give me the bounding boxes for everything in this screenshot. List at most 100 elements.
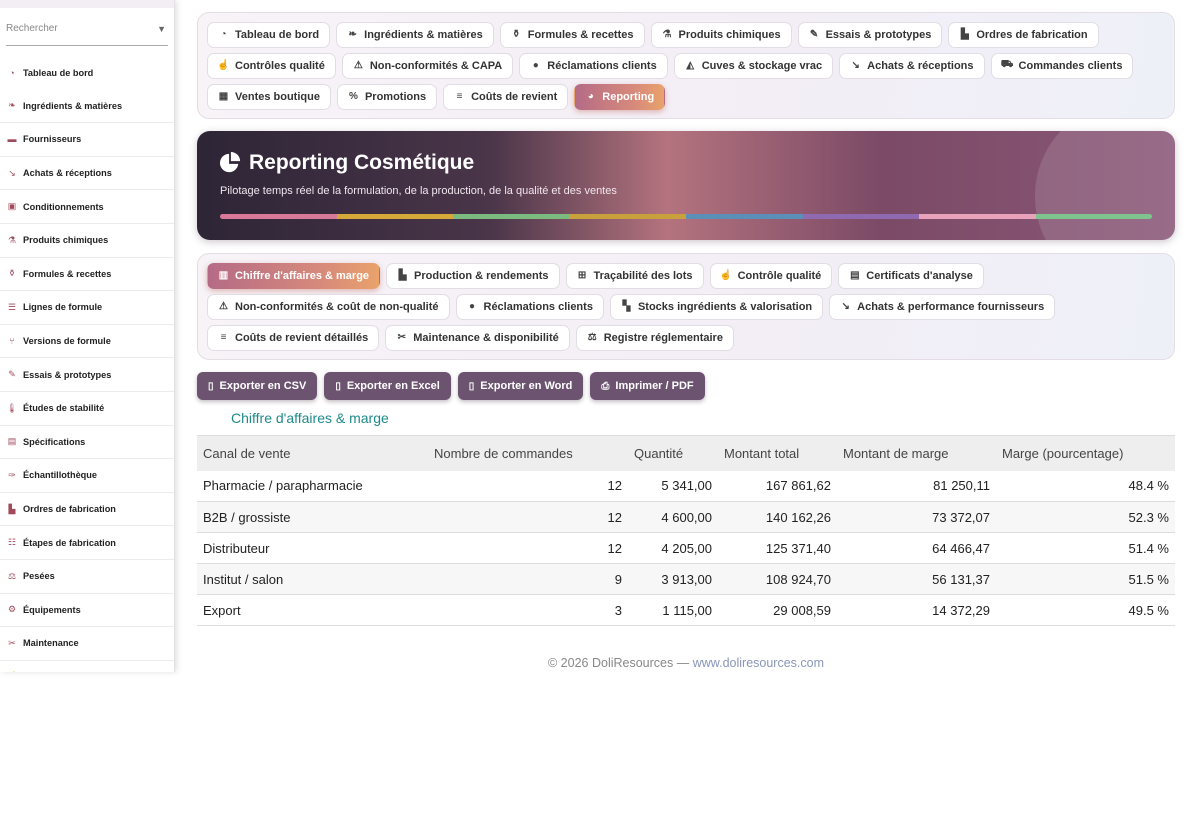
- report-tab-non-conformites-cout-de-non-qualite[interactable]: ⚠ Non-conformités & coût de non-qualité: [207, 293, 450, 320]
- sidebar-item-etudes-de-stabilite[interactable]: 🌡 Études de stabilité: [0, 392, 174, 426]
- table-cell: 4 600,00: [628, 501, 718, 533]
- report-tab-label: Registre réglementaire: [603, 331, 723, 344]
- tab-cuves-stockage-vrac[interactable]: ◭ Cuves & stockage vrac: [673, 52, 834, 79]
- export-button-imprimer-pdf[interactable]: ⎙ Imprimer / PDF: [590, 372, 705, 400]
- table-cell: 56 131,37: [837, 563, 996, 595]
- sidebar-item-echantillotheque[interactable]: ✑ Échantillothèque: [0, 459, 174, 493]
- table-cell: 5 341,00: [628, 470, 718, 502]
- sidebar-item-equipements[interactable]: ⚙ Équipements: [0, 594, 174, 628]
- table-cell: 3: [428, 594, 628, 626]
- report-tab-maintenance-disponibilite[interactable]: ✂ Maintenance & disponibilité: [385, 324, 570, 351]
- table-cell: 48.4 %: [996, 470, 1175, 502]
- scale-icon: ⚖: [587, 332, 597, 343]
- report-tab-achats-performance-fournisseurs[interactable]: ↘ Achats & performance fournisseurs: [829, 293, 1056, 320]
- banner-title-text: Reporting Cosmétique: [249, 151, 475, 174]
- comment-icon: ●: [468, 301, 476, 312]
- vial-icon: ✑: [8, 469, 16, 480]
- report-tab-chiffre-d-affaires-marge[interactable]: ▥ Chiffre d'affaires & marge: [207, 262, 381, 289]
- column-header[interactable]: Canal de vente: [197, 435, 428, 471]
- column-header[interactable]: Montant total: [718, 435, 837, 471]
- sidebar-item-produits-chimiques[interactable]: ⚗ Produits chimiques: [0, 224, 174, 258]
- export-button-exporter-en-word[interactable]: ▯ Exporter en Word: [457, 372, 584, 400]
- column-header[interactable]: Nombre de commandes: [428, 435, 628, 471]
- export-button-label: Exporter en Excel: [346, 380, 440, 392]
- tab-produits-chimiques[interactable]: ⚗ Produits chimiques: [650, 21, 792, 48]
- report-tab-label: Maintenance & disponibilité: [413, 331, 559, 344]
- tab-ventes-boutique[interactable]: ▦ Ventes boutique: [207, 83, 331, 110]
- banner-decoration: [1035, 131, 1175, 240]
- export-button-exporter-en-excel[interactable]: ▯ Exporter en Excel: [324, 372, 451, 400]
- sidebar-item-specifications[interactable]: ▤ Spécifications: [0, 426, 174, 460]
- hand-icon: ☝: [719, 270, 733, 281]
- flask-icon: ⚱: [8, 268, 16, 279]
- report-tab-couts-de-revient-detailles[interactable]: ≡ Coûts de revient détaillés: [207, 324, 380, 351]
- sidebar-item-label: Lignes de formule: [23, 302, 103, 313]
- clipboard-icon: ▤: [7, 436, 17, 447]
- tab-reclamations-clients[interactable]: ● Réclamations clients: [519, 52, 668, 79]
- leaf-icon: ❧: [8, 100, 16, 111]
- tab-label: Ingrédients & matières: [364, 28, 483, 41]
- report-tab-label: Non-conformités & coût de non-qualité: [235, 300, 439, 313]
- export-button-exporter-en-csv[interactable]: ▯ Exporter en CSV: [197, 372, 318, 400]
- sidebar-item-maintenance[interactable]: ✂ Maintenance: [0, 627, 174, 661]
- tab-achats-receptions[interactable]: ↘ Achats & réceptions: [839, 52, 985, 79]
- steps-icon: ☷: [7, 537, 17, 548]
- report-tab-production-rendements[interactable]: ▙ Production & rendements: [386, 262, 560, 289]
- sidebar-item-label: Fournisseurs: [23, 134, 82, 145]
- tab-promotions[interactable]: % Promotions: [336, 83, 438, 110]
- banner-subtitle: Pilotage temps réel de la formulation, d…: [220, 185, 617, 197]
- color-bar-segment: [569, 214, 686, 219]
- factory-icon: ▙: [398, 270, 407, 281]
- sidebar-item-ingredients-matieres[interactable]: ❧ Ingrédients & matières: [0, 90, 174, 124]
- sidebar-item-label: Ordres de fabrication: [23, 504, 116, 515]
- tab-commandes-clients[interactable]: ⛟ Commandes clients: [990, 52, 1134, 79]
- tab-ordres-de-fabrication[interactable]: ▙ Ordres de fabrication: [948, 21, 1099, 48]
- tab-essais-prototypes[interactable]: ✎ Essais & prototypes: [797, 21, 943, 48]
- tab-couts-de-revient[interactable]: ≡ Coûts de revient: [443, 83, 569, 110]
- banner-title: Reporting Cosmétique: [219, 151, 474, 175]
- table-row: Pharmacie / parapharmacie 12 5 341,00 167 8…: [197, 470, 1175, 502]
- tab-ingredients-matieres[interactable]: ❧ Ingrédients & matières: [336, 21, 494, 48]
- table-body: Pharmacie / parapharmacie 12 5 341,00 167 8…: [197, 470, 1175, 626]
- table-cell: 52.3 %: [996, 501, 1175, 533]
- report-tab-reclamations-clients[interactable]: ● Réclamations clients: [455, 293, 604, 320]
- sidebar-item-essais-prototypes[interactable]: ✎ Essais & prototypes: [0, 358, 174, 392]
- report-tab-registre-reglementaire[interactable]: ⚖ Registre réglementaire: [575, 324, 734, 351]
- sidebar-item-label: Formules & recettes: [23, 268, 112, 279]
- sidebar-item-conditionnements[interactable]: ▣ Conditionnements: [0, 190, 174, 224]
- column-header[interactable]: Quantité: [628, 435, 718, 471]
- search-input[interactable]: [6, 12, 168, 45]
- column-header[interactable]: Montant de marge: [837, 435, 996, 471]
- footer-link[interactable]: www.doliresources.com: [693, 656, 824, 670]
- sidebar-item-achats-receptions[interactable]: ↘ Achats & réceptions: [0, 157, 174, 191]
- tab-tableau-de-bord[interactable]: ◔ Tableau de bord: [207, 21, 331, 48]
- search-box[interactable]: ▼: [6, 12, 168, 46]
- sidebar-item-versions-de-formule[interactable]: ⑂ Versions de formule: [0, 325, 174, 359]
- report-tab-label: Traçabilité des lots: [593, 269, 693, 282]
- export-button-label: Exporter en Word: [480, 380, 573, 392]
- chevron-down-icon[interactable]: ▼: [157, 24, 166, 34]
- report-tab-certificats-d-analyse[interactable]: ▤ Certificats d'analyse: [838, 262, 984, 289]
- sidebar-item-fournisseurs[interactable]: ▬ Fournisseurs: [0, 123, 174, 157]
- sidebar-item-tableau-de-bord[interactable]: ◔ Tableau de bord: [0, 56, 174, 90]
- tab-label: Promotions: [364, 90, 427, 103]
- sidebar-item-pesees[interactable]: ⚖ Pesées: [0, 560, 174, 594]
- tab-controles-qualite[interactable]: ☝ Contrôles qualité: [207, 52, 336, 79]
- tab-reporting[interactable]: ◕ Reporting: [574, 83, 666, 110]
- sidebar-item-ordres-de-fabrication[interactable]: ▙ Ordres de fabrication: [0, 493, 174, 527]
- column-header[interactable]: Marge (pourcentage): [996, 435, 1175, 471]
- table-cell: 4 205,00: [628, 532, 718, 564]
- sidebar-item-utilites-energie[interactable]: ⚡Utilités & énergie: [0, 661, 174, 672]
- sidebar-item-formules-recettes[interactable]: ⚱ Formules & recettes: [0, 258, 174, 292]
- sidebar-item-etapes-de-fabrication[interactable]: ☷ Étapes de fabrication: [0, 526, 174, 560]
- report-tab-tracabilite-des-lots[interactable]: ⊞ Traçabilité des lots: [565, 262, 704, 289]
- report-tab-controle-qualite[interactable]: ☝ Contrôle qualité: [709, 262, 833, 289]
- table-cell: 9: [428, 563, 628, 595]
- footer: © 2026 DoliResources — www.doliresources…: [197, 656, 1175, 670]
- report-tab-label: Stocks ingrédients & valorisation: [637, 300, 813, 313]
- table-cell: Pharmacie / parapharmacie: [197, 470, 428, 502]
- tab-formules-recettes[interactable]: ⚱ Formules & recettes: [499, 21, 645, 48]
- tab-non-conformites-capa[interactable]: ⚠ Non-conformités & CAPA: [341, 52, 514, 79]
- report-tab-stocks-ingredients-valorisation[interactable]: ▚ Stocks ingrédients & valorisation: [609, 293, 824, 320]
- sidebar-item-lignes-de-formule[interactable]: ☰ Lignes de formule: [0, 291, 174, 325]
